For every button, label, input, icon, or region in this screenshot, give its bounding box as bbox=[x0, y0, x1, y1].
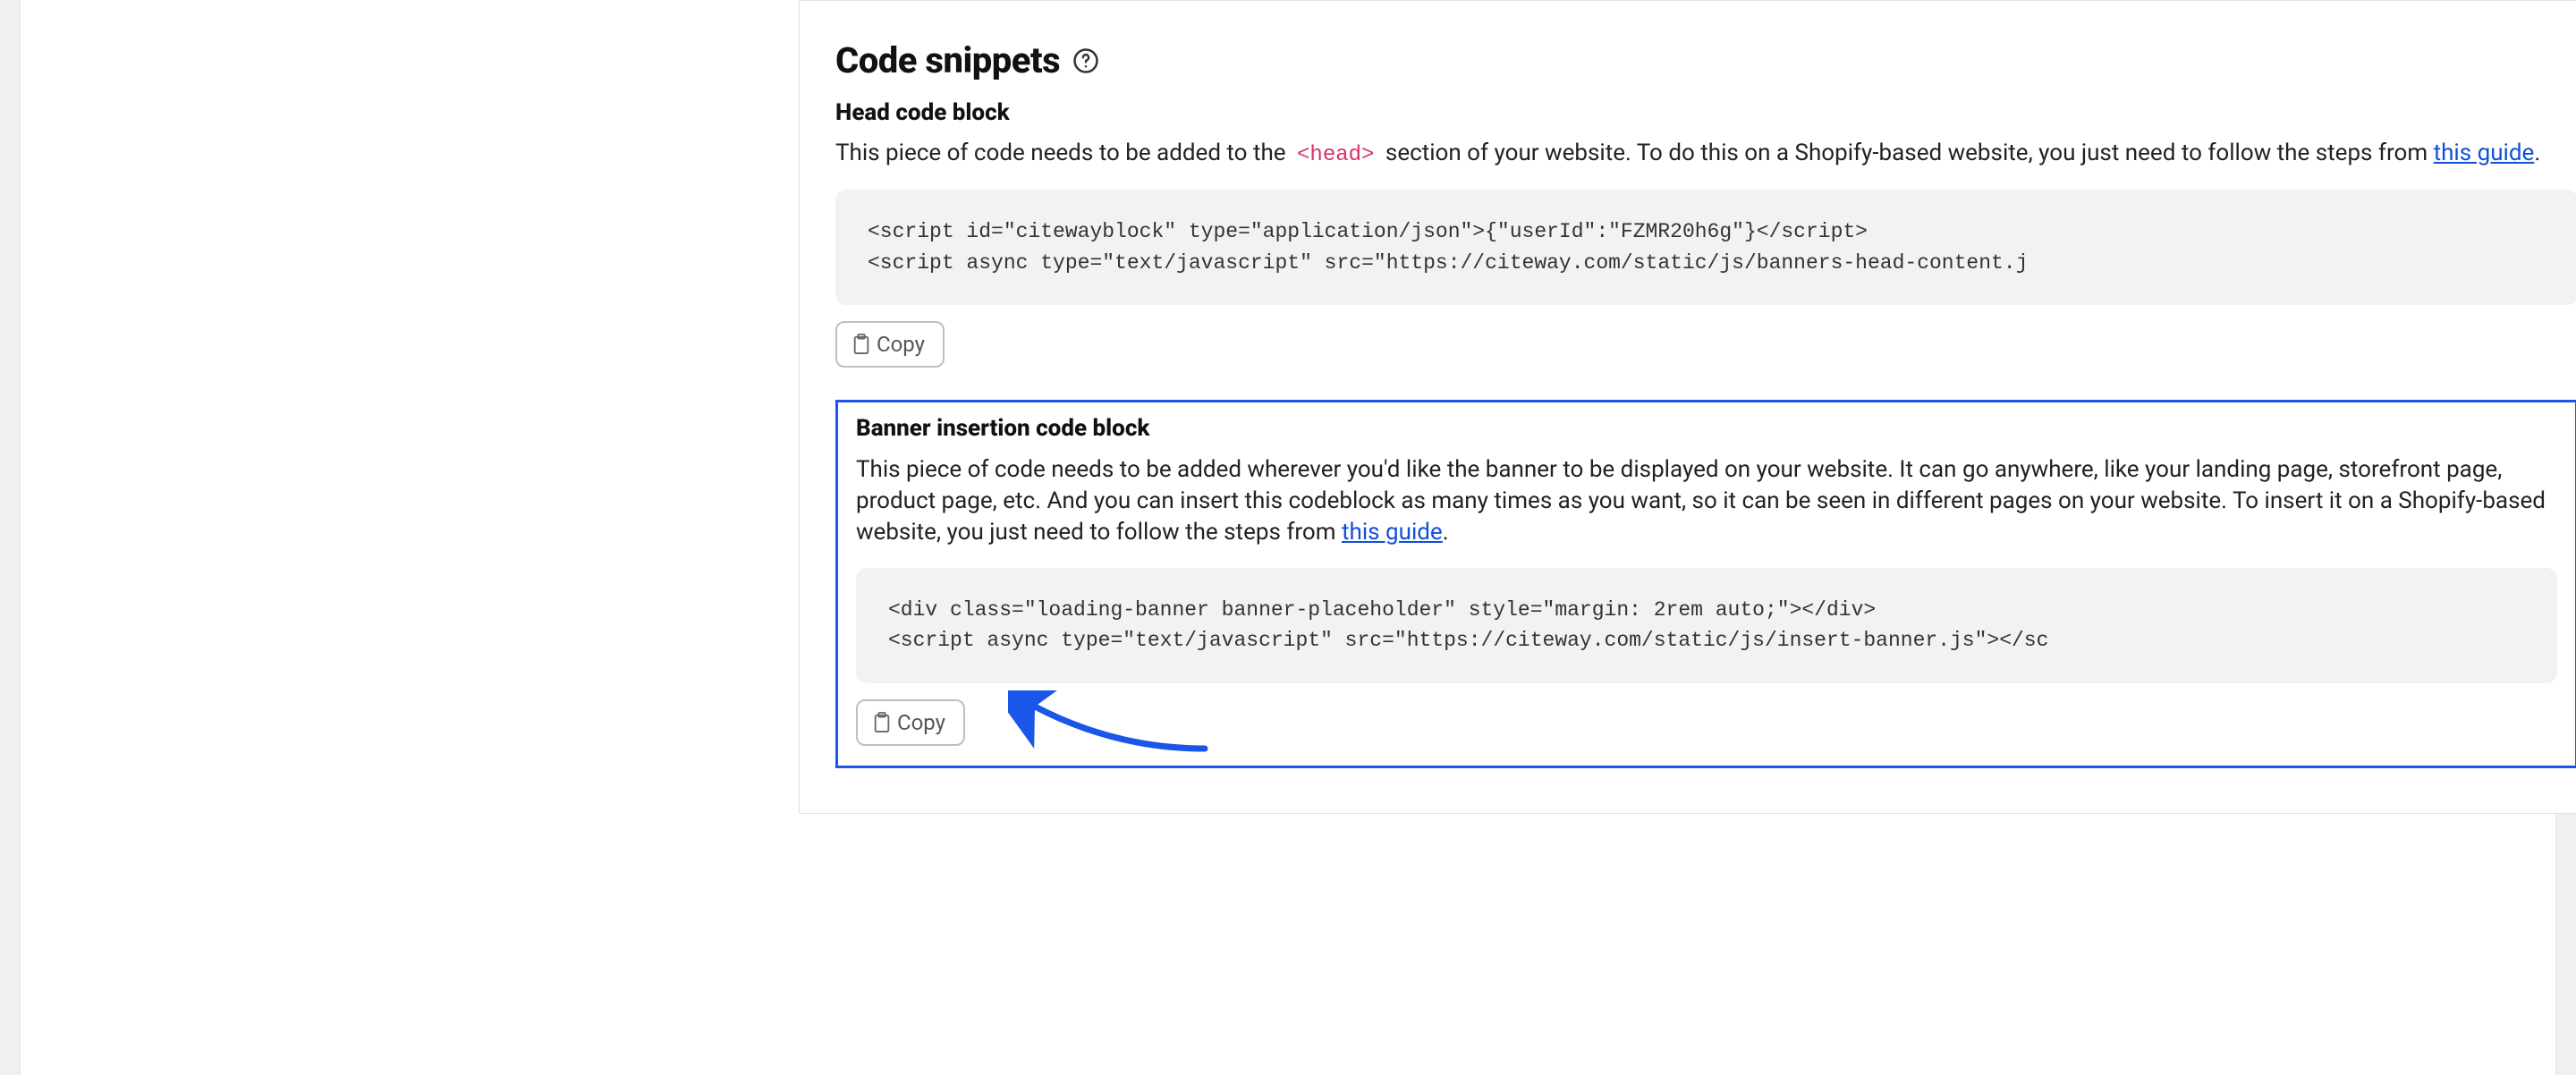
clipboard-icon bbox=[852, 333, 871, 356]
banner-code-block: <div class="loading-banner banner-placeh… bbox=[856, 568, 2557, 683]
copy-banner-label: Copy bbox=[897, 710, 945, 735]
copy-head-label: Copy bbox=[877, 332, 925, 357]
section-title: Code snippets bbox=[835, 37, 1060, 85]
head-inline-code: <head> bbox=[1292, 141, 1379, 169]
banner-block-highlight: Banner insertion code block This piece o… bbox=[835, 400, 2576, 767]
code-snippets-panel: Code snippets Head code block This piece… bbox=[799, 0, 2576, 814]
head-code-block: <script id="citewayblock" type="applicat… bbox=[835, 190, 2576, 305]
banner-desc-end: . bbox=[1443, 519, 1449, 546]
head-desc-end: . bbox=[2534, 140, 2540, 166]
head-desc-before: This piece of code needs to be added to … bbox=[835, 140, 1292, 166]
head-guide-link[interactable]: this guide bbox=[2434, 140, 2535, 166]
copy-head-button[interactable]: Copy bbox=[835, 321, 945, 368]
help-icon[interactable] bbox=[1072, 47, 1099, 74]
head-desc-after: section of your website. To do this on a… bbox=[1385, 140, 2434, 166]
banner-block-title: Banner insertion code block bbox=[856, 413, 2557, 444]
head-block-title: Head code block bbox=[835, 97, 2576, 129]
copy-banner-button[interactable]: Copy bbox=[856, 699, 965, 746]
banner-guide-link[interactable]: this guide bbox=[1342, 519, 1443, 546]
head-block-description: This piece of code needs to be added to … bbox=[835, 138, 2576, 170]
clipboard-icon bbox=[872, 711, 892, 734]
annotation-arrow bbox=[1008, 690, 1214, 753]
banner-block-description: This piece of code needs to be added whe… bbox=[856, 454, 2557, 548]
banner-desc-main: This piece of code needs to be added whe… bbox=[856, 456, 2546, 546]
